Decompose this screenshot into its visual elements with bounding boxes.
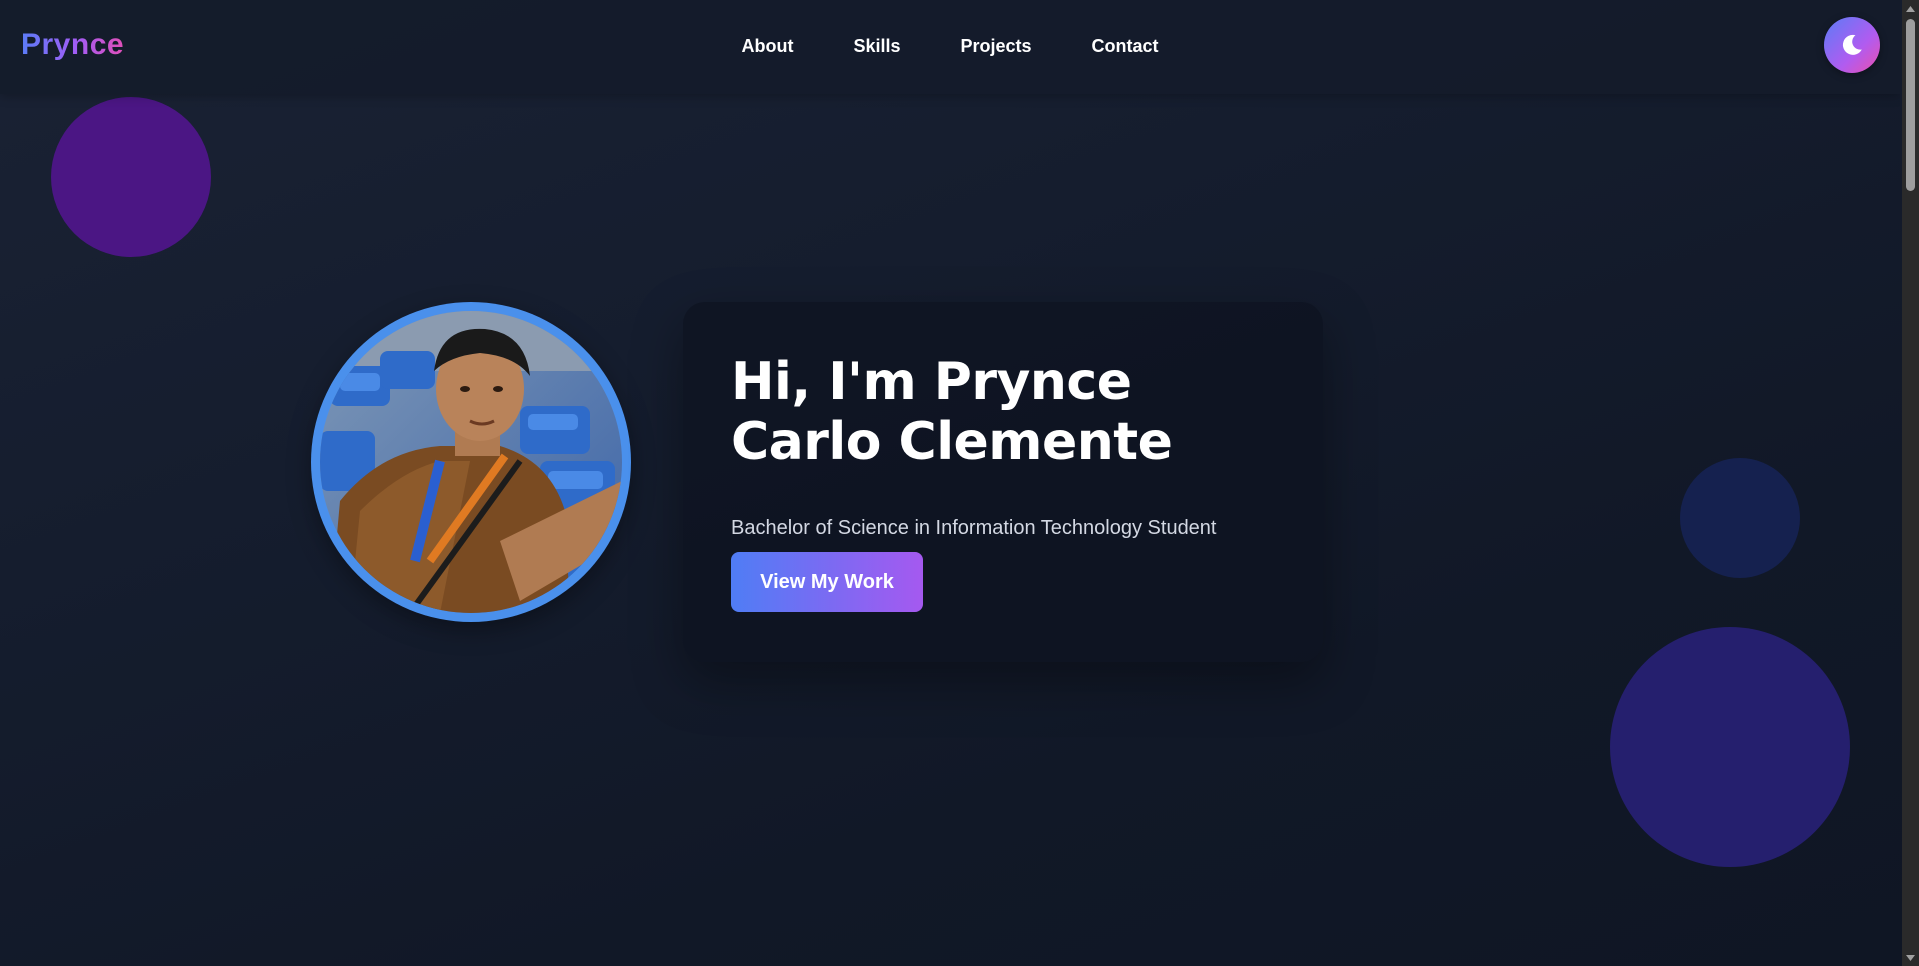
hero-title: Hi, I'm Prynce Carlo Clemente — [731, 352, 1173, 472]
decorative-bubble — [1610, 627, 1850, 867]
nav-link-skills[interactable]: Skills — [853, 36, 900, 57]
scrollbar-thumb[interactable] — [1906, 19, 1915, 191]
nav-links: About Skills Projects Contact — [0, 36, 1900, 57]
scroll-up-arrow-icon[interactable] — [1902, 0, 1919, 17]
nav-link-projects[interactable]: Projects — [960, 36, 1031, 57]
view-my-work-button[interactable]: View My Work — [731, 552, 923, 612]
profile-photo-illustration — [320, 311, 622, 613]
navbar: Prynce About Skills Projects Contact — [0, 0, 1900, 94]
profile-photo — [320, 311, 622, 613]
nav-link-contact[interactable]: Contact — [1092, 36, 1159, 57]
profile-avatar — [311, 302, 631, 622]
hero-card: Hi, I'm Prynce Carlo Clemente Bachelor o… — [683, 302, 1323, 662]
page: Prynce About Skills Projects Contact Hi,… — [0, 0, 1900, 966]
scroll-down-arrow-icon[interactable] — [1902, 949, 1919, 966]
decorative-bubble — [51, 97, 211, 257]
decorative-bubble — [1680, 458, 1800, 578]
hero-subtitle: Bachelor of Science in Information Techn… — [731, 517, 1217, 539]
nav-link-about[interactable]: About — [741, 36, 793, 57]
theme-toggle-button[interactable] — [1824, 17, 1880, 73]
moon-icon — [1842, 34, 1862, 55]
page-scrollbar[interactable] — [1902, 0, 1919, 966]
